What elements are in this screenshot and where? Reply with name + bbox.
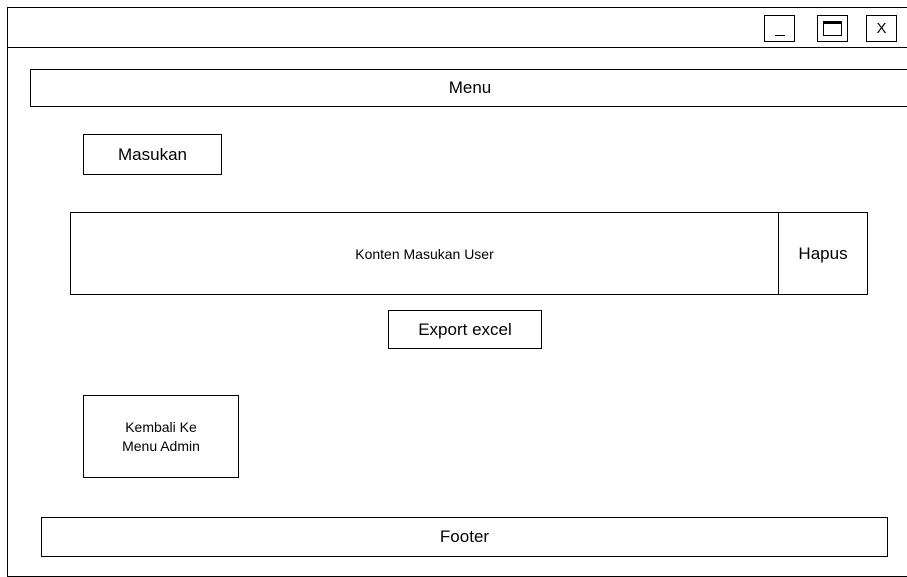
back-label: Kembali Ke Menu Admin bbox=[122, 418, 200, 454]
masukan-button[interactable]: Masukan bbox=[83, 134, 222, 175]
menu-bar[interactable]: Menu bbox=[30, 69, 907, 107]
maximize-icon bbox=[823, 21, 842, 36]
close-icon: X bbox=[876, 20, 887, 37]
user-input-content: Konten Masukan User bbox=[70, 212, 779, 295]
delete-label: Hapus bbox=[798, 243, 848, 263]
minimize-icon bbox=[775, 35, 785, 36]
menu-label: Menu bbox=[448, 78, 492, 97]
export-excel-button[interactable]: Export excel bbox=[388, 310, 542, 349]
footer: Footer bbox=[41, 517, 888, 557]
footer-label: Footer bbox=[439, 527, 490, 546]
minimize-button[interactable] bbox=[764, 15, 795, 42]
export-label: Export excel bbox=[418, 319, 512, 339]
maximize-button[interactable] bbox=[817, 15, 848, 42]
masukan-label: Masukan bbox=[118, 144, 187, 164]
back-to-admin-menu-button[interactable]: Kembali Ke Menu Admin bbox=[83, 395, 239, 478]
delete-button[interactable]: Hapus bbox=[778, 212, 868, 295]
content-label: Konten Masukan User bbox=[355, 245, 494, 262]
title-bar-divider bbox=[7, 47, 907, 48]
close-button[interactable]: X bbox=[866, 15, 897, 42]
